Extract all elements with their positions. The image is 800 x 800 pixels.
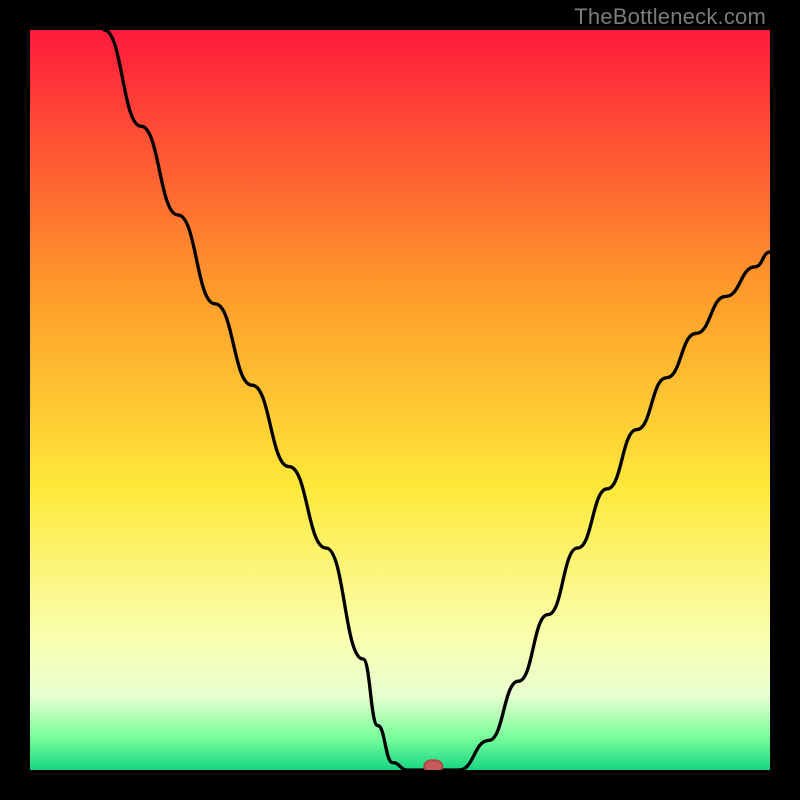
chart-svg	[30, 30, 770, 770]
chart-frame: TheBottleneck.com	[0, 0, 800, 800]
gradient-rect	[30, 30, 770, 770]
watermark-text: TheBottleneck.com	[574, 4, 766, 30]
plot-area	[30, 30, 770, 770]
optimum-marker	[424, 760, 442, 770]
